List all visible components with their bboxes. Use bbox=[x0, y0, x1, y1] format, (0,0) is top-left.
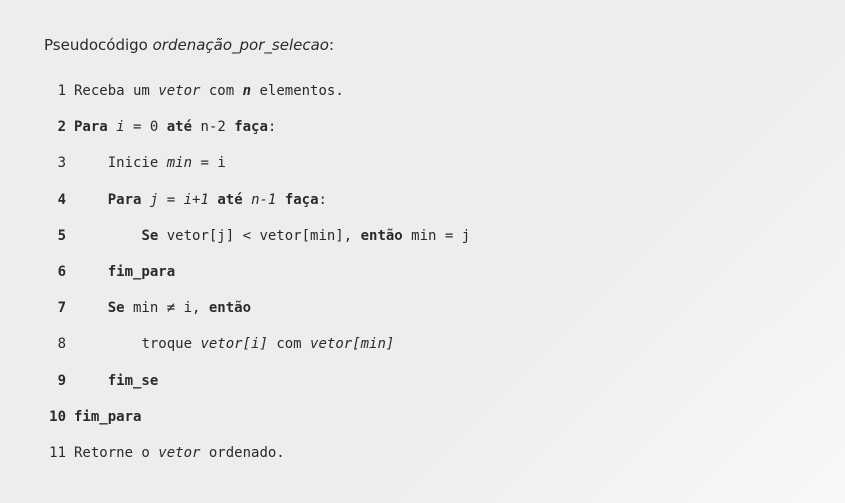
line-number: 4 bbox=[44, 191, 66, 209]
line-content: troque vetor[i] com vetor[min] bbox=[74, 335, 394, 353]
line-content: Para i = 0 até n-2 faça: bbox=[74, 118, 276, 136]
code-segment: Receba um bbox=[74, 83, 158, 99]
line-content: Se vetor[j] < vetor[min], então min = j bbox=[74, 227, 470, 245]
indent bbox=[74, 155, 108, 171]
line-number: 2 bbox=[44, 118, 66, 136]
code-segment bbox=[141, 192, 149, 208]
code-segment: n-1 bbox=[251, 192, 276, 208]
code-segment: Se bbox=[108, 300, 125, 316]
code-segment: Retorne o bbox=[74, 445, 158, 461]
code-line: 1 Receba um vetor com n elementos. bbox=[44, 82, 801, 100]
code-segment: ordenado. bbox=[200, 445, 284, 461]
code-segment bbox=[243, 192, 251, 208]
line-content: Retorne o vetor ordenado. bbox=[74, 444, 285, 462]
line-number: 5 bbox=[44, 227, 66, 245]
code-segment: Para bbox=[108, 192, 142, 208]
indent bbox=[74, 336, 141, 352]
code-segment: Para bbox=[74, 119, 108, 135]
code-segment: fim_para bbox=[108, 264, 175, 280]
indent bbox=[74, 264, 108, 280]
code-segment: min ≠ i, bbox=[125, 300, 209, 316]
pseudocode-title: Pseudocódigo ordenação_por_selecao: bbox=[44, 36, 801, 54]
code-line: 4 Para j = i+1 até n-1 faça: bbox=[44, 191, 801, 209]
line-number: 8 bbox=[44, 335, 66, 353]
line-number: 7 bbox=[44, 299, 66, 317]
code-segment: = i bbox=[192, 155, 226, 171]
indent bbox=[74, 300, 108, 316]
code-segment: vetor bbox=[158, 83, 200, 99]
code-segment: : bbox=[319, 192, 327, 208]
line-content: Para j = i+1 até n-1 faça: bbox=[74, 191, 327, 209]
code-segment: = bbox=[158, 192, 183, 208]
code-segment: min bbox=[167, 155, 192, 171]
code-segment bbox=[276, 192, 284, 208]
title-prefix: Pseudocódigo bbox=[44, 36, 153, 54]
code-segment: até bbox=[167, 119, 192, 135]
pseudocode-body: 1 Receba um vetor com n elementos. 2 Para i… bbox=[44, 82, 801, 462]
code-line: 3 Inicie min = i bbox=[44, 154, 801, 172]
code-line: 9 fim_se bbox=[44, 372, 801, 390]
code-segment: i bbox=[116, 119, 124, 135]
indent bbox=[74, 192, 108, 208]
code-line: 6 fim_para bbox=[44, 263, 801, 281]
code-segment: fim_se bbox=[108, 373, 159, 389]
code-segment bbox=[108, 119, 116, 135]
code-segment: fim_para bbox=[74, 409, 141, 425]
code-line: 10 fim_para bbox=[44, 408, 801, 426]
code-segment: faça bbox=[285, 192, 319, 208]
line-content: fim_para bbox=[74, 408, 141, 426]
code-segment: n-2 bbox=[192, 119, 234, 135]
line-number: 1 bbox=[44, 82, 66, 100]
pseudocode-page: Pseudocódigo ordenação_por_selecao: 1 Rec… bbox=[0, 0, 845, 498]
code-line: 8 troque vetor[i] com vetor[min] bbox=[44, 335, 801, 353]
code-segment: Se bbox=[141, 228, 158, 244]
code-segment: Inicie bbox=[108, 155, 167, 171]
code-segment: vetor[i] bbox=[200, 336, 267, 352]
code-line: 7 Se min ≠ i, então bbox=[44, 299, 801, 317]
code-line: 2 Para i = 0 até n-2 faça: bbox=[44, 118, 801, 136]
line-number: 3 bbox=[44, 154, 66, 172]
code-segment: min = j bbox=[403, 228, 470, 244]
code-segment: : bbox=[268, 119, 276, 135]
line-content: fim_para bbox=[74, 263, 175, 281]
line-number: 10 bbox=[44, 408, 66, 426]
code-line: 5 Se vetor[j] < vetor[min], então min = … bbox=[44, 227, 801, 245]
title-suffix: : bbox=[329, 36, 334, 54]
line-number: 9 bbox=[44, 372, 66, 390]
code-segment: com bbox=[200, 83, 242, 99]
code-segment: i+1 bbox=[184, 192, 209, 208]
code-segment: n bbox=[243, 83, 251, 99]
code-segment: então bbox=[361, 228, 403, 244]
code-segment: faça bbox=[234, 119, 268, 135]
line-content: Inicie min = i bbox=[74, 154, 226, 172]
title-name: ordenação_por_selecao bbox=[153, 36, 329, 54]
code-segment: com bbox=[268, 336, 310, 352]
line-content: Receba um vetor com n elementos. bbox=[74, 82, 344, 100]
code-segment: vetor[j] < vetor[min], bbox=[158, 228, 360, 244]
code-segment: troque bbox=[141, 336, 200, 352]
code-segment: vetor bbox=[158, 445, 200, 461]
code-segment: então bbox=[209, 300, 251, 316]
code-segment: elementos. bbox=[251, 83, 344, 99]
line-content: fim_se bbox=[74, 372, 158, 390]
indent bbox=[74, 228, 141, 244]
line-content: Se min ≠ i, então bbox=[74, 299, 251, 317]
code-line: 11 Retorne o vetor ordenado. bbox=[44, 444, 801, 462]
indent bbox=[74, 373, 108, 389]
code-segment: = 0 bbox=[125, 119, 167, 135]
code-segment: até bbox=[217, 192, 242, 208]
code-segment: vetor[min] bbox=[310, 336, 394, 352]
line-number: 11 bbox=[44, 444, 66, 462]
line-number: 6 bbox=[44, 263, 66, 281]
